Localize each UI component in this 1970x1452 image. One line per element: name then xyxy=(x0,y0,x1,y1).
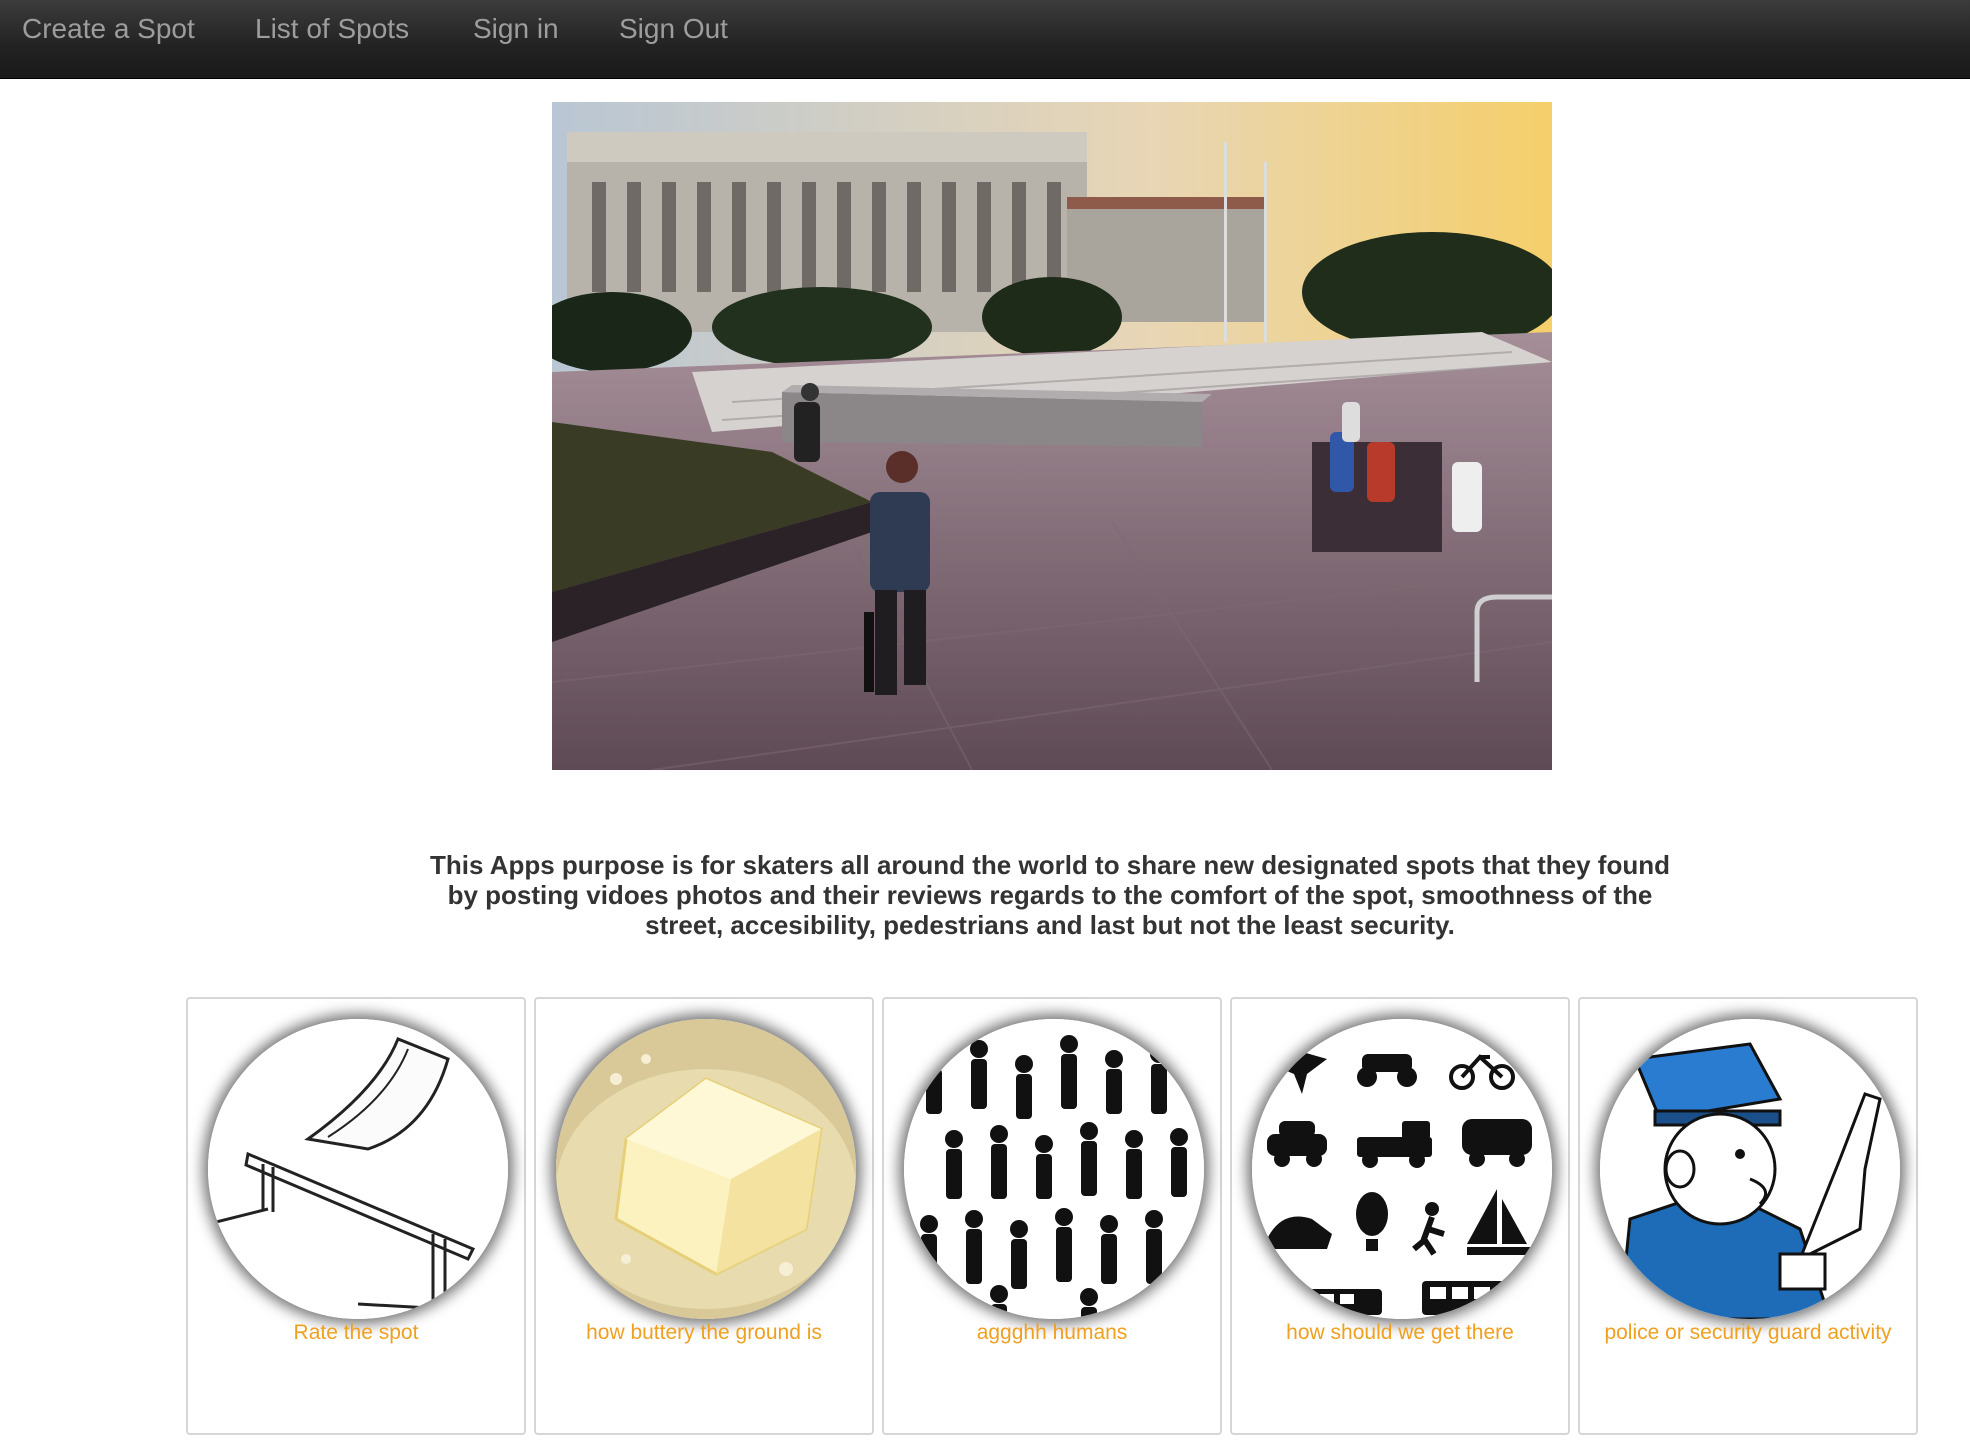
butter-icon[interactable] xyxy=(556,1019,856,1319)
navbar: Create a Spot List of Spots Sign in Sign… xyxy=(0,0,1970,79)
app-purpose-text: This Apps purpose is for skaters all aro… xyxy=(330,850,1770,940)
card-rate-spot[interactable]: Rate the spot xyxy=(186,997,526,1435)
card-caption[interactable]: aggghh humans xyxy=(884,1321,1220,1345)
police-icon[interactable] xyxy=(1600,1019,1900,1319)
nav-sign-in[interactable]: Sign in xyxy=(473,0,559,58)
card-transport[interactable]: how should we get there xyxy=(1230,997,1570,1435)
intro-line-2: by posting vidoes photos and their revie… xyxy=(447,880,1653,910)
nav-create-spot[interactable]: Create a Spot xyxy=(22,0,195,58)
nav-list-of-spots[interactable]: List of Spots xyxy=(255,0,409,58)
intro-line-3: street, accesibility, pedestrians and la… xyxy=(645,910,1455,940)
intro-line-1: This Apps purpose is for skaters all aro… xyxy=(430,850,1670,880)
nav-sign-out[interactable]: Sign Out xyxy=(619,0,728,58)
card-caption[interactable]: how buttery the ground is xyxy=(536,1321,872,1345)
card-buttery-ground[interactable]: how buttery the ground is xyxy=(534,997,874,1435)
rail-ramp-icon[interactable] xyxy=(208,1019,508,1319)
card-police-activity[interactable]: police or security guard activity xyxy=(1578,997,1918,1435)
card-caption[interactable]: Rate the spot xyxy=(188,1321,524,1345)
card-humans[interactable]: aggghh humans xyxy=(882,997,1222,1435)
hero-skate-plaza-photo xyxy=(552,102,1552,770)
card-caption[interactable]: police or security guard activity xyxy=(1580,1321,1916,1345)
card-caption[interactable]: how should we get there xyxy=(1232,1321,1568,1345)
transport-icon[interactable] xyxy=(1252,1019,1552,1319)
crowd-icon[interactable] xyxy=(904,1019,1204,1319)
